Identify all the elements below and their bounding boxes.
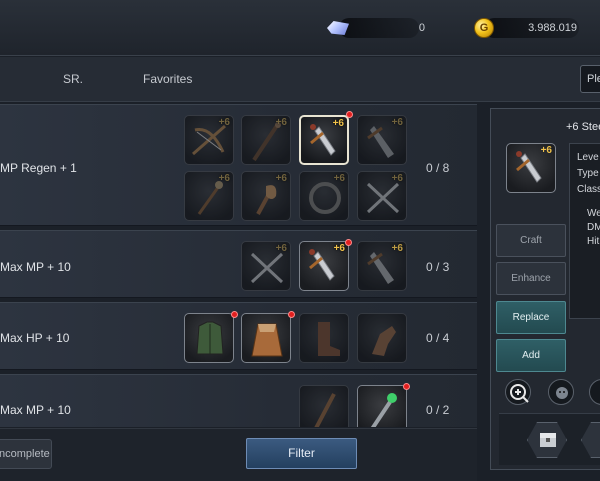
wooden-staff-icon[interactable] bbox=[299, 385, 349, 427]
crystal-amount: 0 bbox=[418, 22, 425, 34]
crystal-currency: 0 bbox=[325, 14, 435, 42]
collection-row[interactable]: Max HP + 10 0 / 4 bbox=[0, 302, 477, 370]
enhance-button[interactable]: Enhance bbox=[496, 262, 566, 295]
zoom-in-icon[interactable] bbox=[505, 379, 531, 405]
collection-row[interactable]: Max MP + 10 0 / 2 bbox=[0, 374, 477, 427]
currency-bar: 0 G 3.988.019 bbox=[0, 0, 600, 56]
tab-row: SR. Favorites bbox=[0, 57, 600, 102]
filter-button[interactable]: Filter bbox=[246, 438, 357, 469]
collection-list: MP Regen + 1 0 / 8 +6 +6 +6 +6 +6 +6 +6 … bbox=[0, 104, 477, 427]
search-input[interactable]: Ple bbox=[580, 65, 600, 93]
row-stat: MP Regen + 1 bbox=[0, 161, 77, 175]
collection-row[interactable]: MP Regen + 1 0 / 8 +6 +6 +6 +6 +6 +6 +6 … bbox=[0, 104, 477, 226]
panel-footer bbox=[499, 413, 600, 465]
info-level: Leve bbox=[577, 152, 599, 163]
crossbow-icon[interactable]: +6 bbox=[184, 115, 234, 165]
notification-dot bbox=[288, 311, 295, 318]
row-progress: 0 / 4 bbox=[426, 331, 450, 345]
notification-dot bbox=[403, 383, 410, 390]
staff-icon[interactable]: +6 bbox=[241, 115, 291, 165]
settings-icon[interactable] bbox=[589, 379, 600, 405]
greatsword-icon[interactable]: +6 bbox=[357, 115, 407, 165]
treasure-chest-icon[interactable] bbox=[527, 422, 567, 458]
monster-face-icon[interactable] bbox=[548, 379, 574, 405]
row-progress: 0 / 3 bbox=[426, 260, 450, 274]
row-progress: 0 / 8 bbox=[426, 161, 450, 175]
wand-icon[interactable]: +6 bbox=[184, 171, 234, 221]
item-info-box: Leve Type Class We DM Hit bbox=[569, 143, 600, 319]
steel-sword-icon: +6 bbox=[506, 143, 556, 193]
info-hit: Hit bbox=[587, 236, 600, 247]
gold-amount: 3.988.019 bbox=[528, 22, 577, 34]
gold-coin-icon: G bbox=[474, 18, 494, 38]
gold-currency: G 3.988.019 bbox=[472, 14, 582, 42]
notification-dot bbox=[346, 111, 353, 118]
row-progress: 0 / 2 bbox=[426, 403, 450, 417]
collection-row[interactable]: Max MP + 10 0 / 3 +6 +6 +6 bbox=[0, 230, 477, 298]
tool-icon[interactable] bbox=[581, 422, 600, 458]
bow-ring-icon[interactable]: +6 bbox=[299, 171, 349, 221]
row-stat: Max MP + 10 bbox=[0, 260, 71, 274]
notification-dot bbox=[345, 239, 352, 246]
incomplete-toggle[interactable]: ncomplete bbox=[0, 439, 52, 469]
replace-button[interactable]: Replace bbox=[496, 301, 566, 334]
info-dmg: DM bbox=[587, 222, 600, 233]
item-title: +6 Stee bbox=[566, 121, 600, 133]
row-stat: Max MP + 10 bbox=[0, 403, 71, 417]
info-type: Type bbox=[577, 168, 599, 179]
bottom-bar: ncomplete Filter bbox=[0, 428, 477, 481]
boots-icon[interactable] bbox=[299, 313, 349, 363]
tab-sr[interactable]: SR. bbox=[63, 72, 83, 86]
dual-daggers-icon[interactable]: +6 bbox=[357, 171, 407, 221]
info-weight: We bbox=[587, 208, 600, 219]
row-stat: Max HP + 10 bbox=[0, 331, 70, 345]
steel-sword-icon[interactable]: +6 bbox=[299, 241, 349, 291]
gauntlet-icon[interactable] bbox=[357, 313, 407, 363]
orb-staff-icon[interactable]: +6 bbox=[241, 171, 291, 221]
cloak-icon[interactable] bbox=[241, 313, 291, 363]
craft-button[interactable]: Craft bbox=[496, 224, 566, 257]
greatsword-icon[interactable]: +6 bbox=[357, 241, 407, 291]
notification-dot bbox=[231, 311, 238, 318]
tab-favorites[interactable]: Favorites bbox=[143, 72, 192, 86]
jeweled-wand-icon[interactable] bbox=[357, 385, 407, 427]
steel-sword-icon[interactable]: +6 bbox=[299, 115, 349, 165]
info-class: Class bbox=[577, 184, 600, 195]
add-button[interactable]: Add bbox=[496, 339, 566, 372]
leather-armor-icon[interactable] bbox=[184, 313, 234, 363]
dual-daggers-icon[interactable]: +6 bbox=[241, 241, 291, 291]
item-detail-panel: +6 Stee +6 Leve Type Class We DM Hit Cra… bbox=[490, 108, 600, 470]
